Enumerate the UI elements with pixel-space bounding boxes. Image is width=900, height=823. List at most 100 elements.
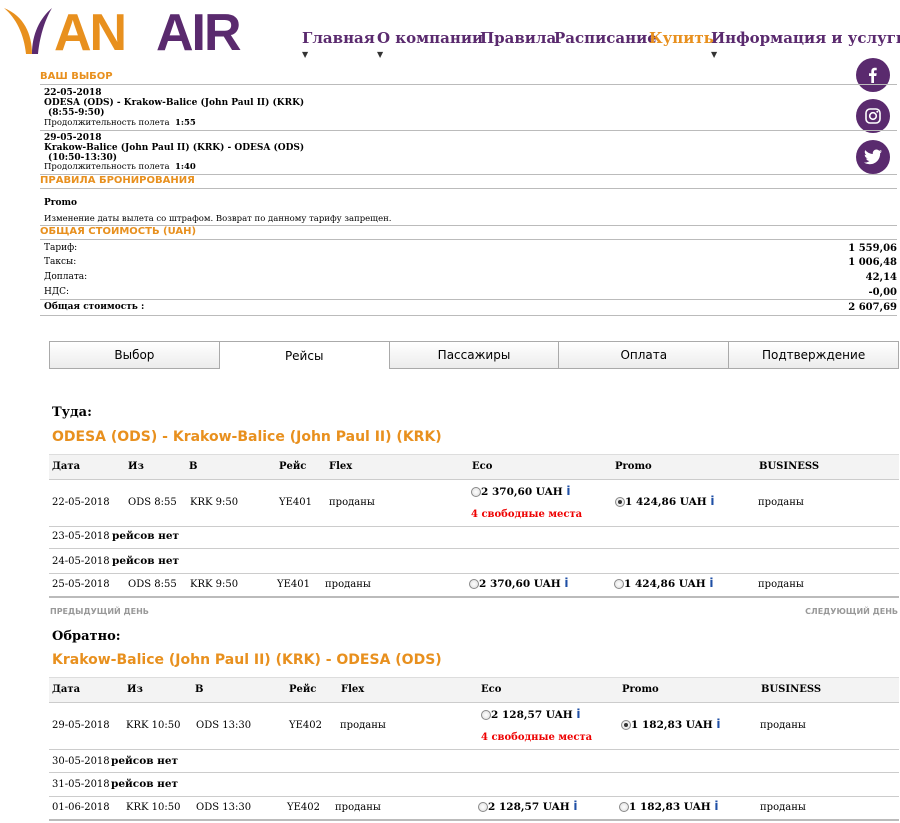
no-flights: рейсов нет [112,530,180,542]
seats-available: 4 свободные места [471,509,583,520]
twitter-icon [864,149,882,165]
chevron-down-icon: ▼ [302,49,309,59]
info-icon[interactable]: i [709,576,713,590]
row-from: ODS 8:55 [128,579,177,590]
promo-radio[interactable] [615,497,625,507]
divider [49,573,899,574]
row-from: ODS 8:55 [128,497,177,508]
col-promo: Promo [615,461,652,472]
fare-name: Promo [44,198,78,208]
total-label: Общая стоимость : [44,302,145,312]
cost-label-vat: НДС: [44,287,70,297]
divider [49,749,899,750]
row-date: 22-05-2018 [52,497,110,508]
info-icon[interactable]: i [566,484,570,498]
col-flight: Рейс [289,684,317,695]
svg-text:AIR: AIR [156,4,241,56]
chevron-down-icon: ▼ [377,49,384,59]
info-icon[interactable]: i [576,707,580,721]
divider [40,239,897,240]
booking-steps: Выбор Рейсы Пассажиры Оплата Подтвержден… [49,341,899,369]
step-payment[interactable]: Оплата [558,341,729,369]
return-route: Krakow-Balice (John Paul II) (KRK) - ODE… [44,143,305,153]
your-choice-title: ВАШ ВЫБОР [40,71,113,82]
instagram-button[interactable] [856,99,890,133]
col-date: Дата [52,461,81,472]
nav-buy[interactable]: Купить [649,29,714,47]
outbound-table-header: Дата Из В Рейс Flex Eco Promo BUSINESS [49,454,899,480]
divider [40,130,897,131]
row-date: 30-05-2018 [52,756,110,767]
row-flight: YE402 [289,720,322,731]
col-to: В [195,684,204,695]
next-day-link[interactable]: СЛЕДУЮЩИЙ ДЕНЬ [805,607,898,616]
nav-rules[interactable]: Правила [480,29,556,47]
row-flex: проданы [329,497,375,508]
nav-about[interactable]: О компании ▼ [377,29,483,59]
chevron-down-icon: ▼ [711,49,718,59]
previous-day-link[interactable]: ПРЕДЫДУЩИЙ ДЕНЬ [50,607,149,616]
eco-radio[interactable] [478,802,488,812]
divider [49,819,899,821]
cost-value-vat: -0,00 [868,287,897,298]
svg-text:AN: AN [54,4,125,56]
row-to: KRK 9:50 [190,579,239,590]
col-business: BUSINESS [759,461,820,472]
divider [40,84,897,85]
twitter-button[interactable] [856,140,890,174]
return-table-header: Дата Из В Рейс Flex Eco Promo BUSINESS [49,677,899,703]
promo-radio[interactable] [621,720,631,730]
cost-label-tariff: Тариф: [44,243,78,253]
step-flights[interactable]: Рейсы [218,341,389,369]
eco-fare-option[interactable]: 2 128,57 UAH i [478,799,577,813]
row-business: проданы [760,720,806,731]
row-date: 24-05-2018 [52,556,110,567]
eco-radio[interactable] [471,487,481,497]
return-date: 29-05-2018 [44,133,102,143]
eco-fare-option[interactable]: 2 128,57 UAH i [481,707,580,721]
info-icon[interactable]: i [573,799,577,813]
promo-fare-option[interactable]: 1 424,86 UAH i [614,576,713,590]
promo-fare-option[interactable]: 1 424,86 UAH i [615,494,714,508]
promo-radio[interactable] [614,579,624,589]
promo-fare-option[interactable]: 1 182,83 UAH i [619,799,718,813]
eco-fare-option[interactable]: 2 370,60 UAH i [469,576,568,590]
total-value: 2 607,69 [848,302,897,313]
outbound-duration: Продолжительность полета 1:55 [44,118,196,128]
nav-info-services[interactable]: Информация и услуги ▼ [711,29,900,59]
row-date: 31-05-2018 [52,779,110,790]
info-icon[interactable]: i [710,494,714,508]
step-passengers[interactable]: Пассажиры [388,341,559,369]
nav-schedule[interactable]: Расписание [554,29,657,47]
eco-fare-option[interactable]: 2 370,60 UAH i [471,484,570,498]
col-flex: Flex [329,461,353,472]
instagram-icon [865,108,881,124]
divider [49,772,899,773]
outbound-label: Туда: [52,405,92,420]
eco-radio[interactable] [469,579,479,589]
row-flight: YE401 [277,579,310,590]
promo-radio[interactable] [619,802,629,812]
divider [49,596,899,598]
col-flex: Flex [341,684,365,695]
booking-rules-title: ПРАВИЛА БРОНИРОВАНИЯ [40,175,195,186]
info-icon[interactable]: i [716,717,720,731]
yanair-logo[interactable]: AN AIR [2,4,300,56]
row-date: 01-06-2018 [52,802,110,813]
row-business: проданы [758,579,804,590]
step-confirmation[interactable]: Подтверждение [728,341,899,369]
divider [40,315,897,316]
row-flex: проданы [325,579,371,590]
info-icon[interactable]: i [564,576,568,590]
info-icon[interactable]: i [714,799,718,813]
promo-fare-option[interactable]: 1 182,83 UAH i [621,717,720,731]
eco-radio[interactable] [481,710,491,720]
step-selection[interactable]: Выбор [49,341,219,369]
row-to: ODS 13:30 [196,720,252,731]
row-flex: проданы [335,802,381,813]
cost-value-taxes: 1 006,48 [848,257,897,268]
row-flight: YE402 [287,802,320,813]
nav-home[interactable]: Главная ▼ [302,29,375,59]
outbound-time: (8:55-9:50) [48,108,105,118]
row-to: ODS 13:30 [196,802,252,813]
